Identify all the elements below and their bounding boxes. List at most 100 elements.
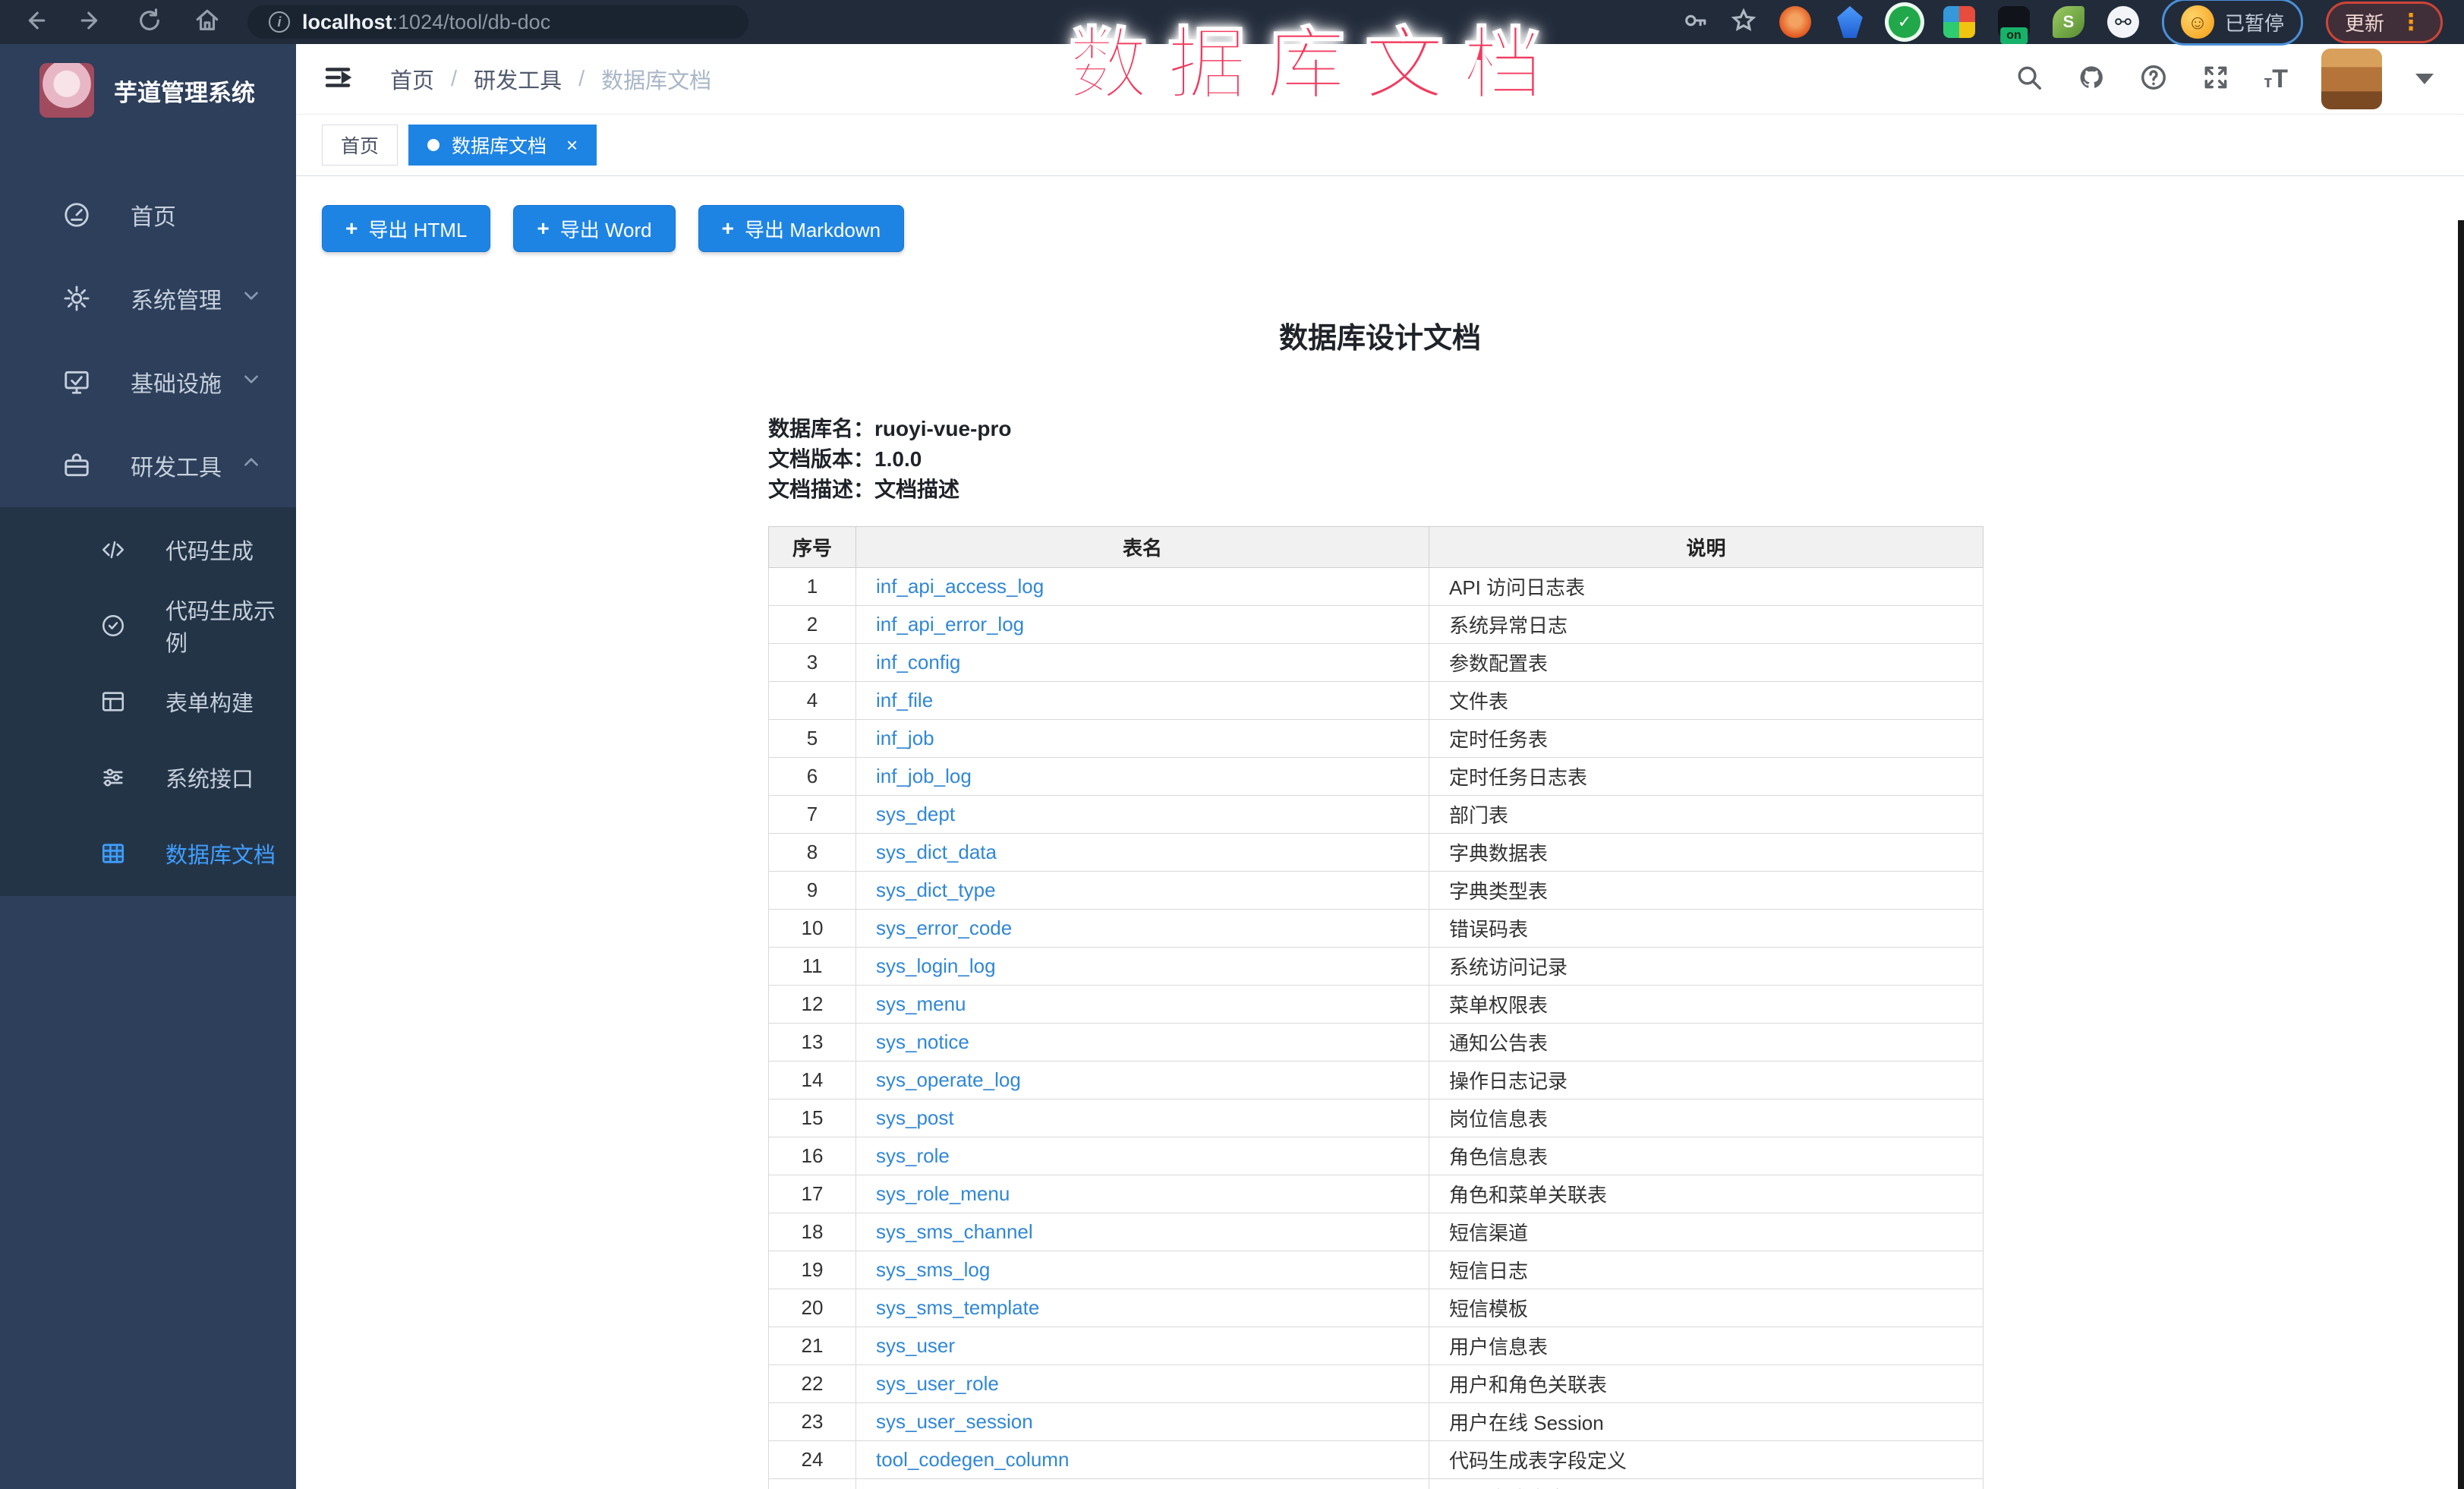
table-name-link[interactable]: inf_api_error_log <box>876 613 1024 636</box>
table-name-link[interactable]: sys_operate_log <box>876 1068 1021 1091</box>
table-name-link[interactable]: sys_sms_log <box>876 1258 990 1281</box>
ext-orange-icon[interactable] <box>1779 6 1811 38</box>
row-seq: 7 <box>769 796 856 834</box>
row-seq: 4 <box>769 682 856 720</box>
ext-leaf-icon[interactable]: S <box>2053 6 2084 38</box>
table-row: 25tool_codegen_table代码生成表定义 <box>769 1479 1983 1489</box>
table-name-link[interactable]: sys_dept <box>876 803 955 825</box>
doc-title: 数据库设计文档 <box>296 314 2464 356</box>
sidebar-item-system-api[interactable]: 系统接口 <box>0 740 296 815</box>
row-seq: 8 <box>769 834 856 872</box>
row-description: 用户和角色关联表 <box>1429 1365 1983 1403</box>
address-bar[interactable]: i localhost:1024/tool/db-doc <box>247 5 748 39</box>
github-icon[interactable] <box>2077 63 2106 96</box>
profile-paused-chip[interactable]: ☺ 已暂停 <box>2162 0 2303 46</box>
meta-label: 数据库名： <box>768 417 874 440</box>
sidebar-item-home[interactable]: 首页 <box>0 173 296 257</box>
table-name-link[interactable]: sys_user_session <box>876 1410 1033 1433</box>
table-row: 1inf_api_access_logAPI 访问日志表 <box>769 568 1983 606</box>
row-table-name: inf_job <box>856 720 1429 758</box>
help-icon[interactable] <box>2139 63 2168 96</box>
row-seq: 16 <box>769 1137 856 1175</box>
sidebar-item-system[interactable]: 系统管理 <box>0 257 296 340</box>
code-icon <box>100 537 126 563</box>
font-size-icon[interactable]: тT <box>2264 65 2288 94</box>
sidebar-item-infra[interactable]: 基础设施 <box>0 340 296 424</box>
table-name-link[interactable]: sys_role <box>876 1144 950 1167</box>
table-name-link[interactable]: inf_config <box>876 651 960 674</box>
breadcrumb-devtools[interactable]: 研发工具 <box>474 63 562 95</box>
row-table-name: sys_menu <box>856 986 1429 1024</box>
table-row: 2inf_api_error_log系统异常日志 <box>769 606 1983 644</box>
table-name-link[interactable]: sys_user_role <box>876 1372 999 1395</box>
browser-menu-icon[interactable]: ⋮ <box>2399 9 2424 36</box>
ext-on-icon[interactable]: on <box>1998 6 2030 38</box>
site-info-icon[interactable]: i <box>269 11 290 33</box>
ext-green-check-icon[interactable]: ✓ <box>1889 6 1920 38</box>
app-logo-row[interactable]: 芋道管理系统 <box>0 44 296 137</box>
row-table-name: sys_sms_log <box>856 1251 1429 1289</box>
table-name-link[interactable]: sys_dict_type <box>876 879 996 901</box>
sidebar-item-form-builder[interactable]: 表单构建 <box>0 664 296 740</box>
row-seq: 18 <box>769 1213 856 1251</box>
bookmark-star-icon[interactable] <box>1731 8 1757 37</box>
table-name-link[interactable]: sys_dict_data <box>876 841 997 863</box>
table-name-link[interactable]: sys_menu <box>876 992 966 1015</box>
export-markdown-button[interactable]: + 导出 Markdown <box>698 205 905 252</box>
table-row: 19sys_sms_log短信日志 <box>769 1251 1983 1289</box>
table-name-link[interactable]: sys_role_menu <box>876 1182 1010 1205</box>
table-name-link[interactable]: inf_job_log <box>876 765 972 787</box>
sidebar-item-db-doc[interactable]: 数据库文档 <box>0 815 296 891</box>
table-name-link[interactable]: sys_sms_channel <box>876 1220 1033 1243</box>
table-name-link[interactable]: inf_file <box>876 689 933 711</box>
hamburger-icon[interactable] <box>322 62 354 97</box>
reload-icon[interactable] <box>137 8 162 37</box>
table-name-link[interactable]: inf_api_access_log <box>876 575 1044 598</box>
font-size-small: т <box>2264 72 2272 91</box>
button-label: 导出 Word <box>560 215 652 243</box>
sidebar-item-devtools[interactable]: 研发工具 <box>0 424 296 507</box>
fullscreen-icon[interactable] <box>2201 63 2230 96</box>
table-row: 14sys_operate_log操作日志记录 <box>769 1062 1983 1099</box>
export-html-button[interactable]: + 导出 HTML <box>322 205 490 252</box>
main-area: 首页 / 研发工具 / 数据库文档 тT 首页 数据库文 <box>296 44 2464 1489</box>
table-name-link[interactable]: tool_codegen_column <box>876 1448 1069 1471</box>
key-icon[interactable] <box>1682 8 1708 37</box>
update-label: 更新 <box>2345 8 2384 36</box>
user-avatar[interactable] <box>2321 49 2382 109</box>
row-table-name: sys_post <box>856 1099 1429 1137</box>
sidebar-item-codegen-demo[interactable]: 代码生成示例 <box>0 588 296 664</box>
table-name-link[interactable]: sys_post <box>876 1106 954 1129</box>
sidebar-item-codegen[interactable]: 代码生成 <box>0 512 296 588</box>
tab-db-doc[interactable]: 数据库文档 × <box>408 125 597 166</box>
table-name-link[interactable]: sys_user <box>876 1334 955 1357</box>
table-name-link[interactable]: sys_login_log <box>876 954 996 977</box>
forward-icon[interactable] <box>79 8 105 37</box>
ext-puzzle-icon[interactable]: ⚯ <box>2107 6 2139 38</box>
row-table-name: sys_sms_template <box>856 1289 1429 1327</box>
home-icon[interactable] <box>194 8 220 37</box>
scrollbar[interactable] <box>2458 220 2464 1489</box>
chevron-down-icon <box>241 369 261 395</box>
back-icon[interactable] <box>21 8 47 37</box>
row-table-name: sys_notice <box>856 1024 1429 1062</box>
ext-grid-icon[interactable] <box>1943 6 1975 38</box>
table-name-link[interactable]: sys_notice <box>876 1030 969 1053</box>
row-description: 角色和菜单关联表 <box>1429 1175 1983 1213</box>
close-icon[interactable]: × <box>566 134 578 157</box>
gear-icon <box>62 284 91 313</box>
tab-home[interactable]: 首页 <box>322 125 398 166</box>
row-table-name: sys_dept <box>856 796 1429 834</box>
caret-down-icon[interactable] <box>2415 74 2434 84</box>
table-name-link[interactable]: sys_sms_template <box>876 1296 1039 1319</box>
breadcrumb-home[interactable]: 首页 <box>390 63 434 95</box>
table-name-link[interactable]: inf_job <box>876 727 934 749</box>
export-word-button[interactable]: + 导出 Word <box>513 205 675 252</box>
row-seq: 6 <box>769 758 856 796</box>
plus-icon: + <box>537 216 549 241</box>
update-chip[interactable]: 更新 ⋮ <box>2326 2 2443 43</box>
search-icon[interactable] <box>2015 63 2043 96</box>
ext-blue-icon[interactable] <box>1834 6 1866 38</box>
table-name-link[interactable]: sys_error_code <box>876 916 1012 939</box>
table-name-link[interactable]: tool_codegen_table <box>876 1486 1048 1489</box>
